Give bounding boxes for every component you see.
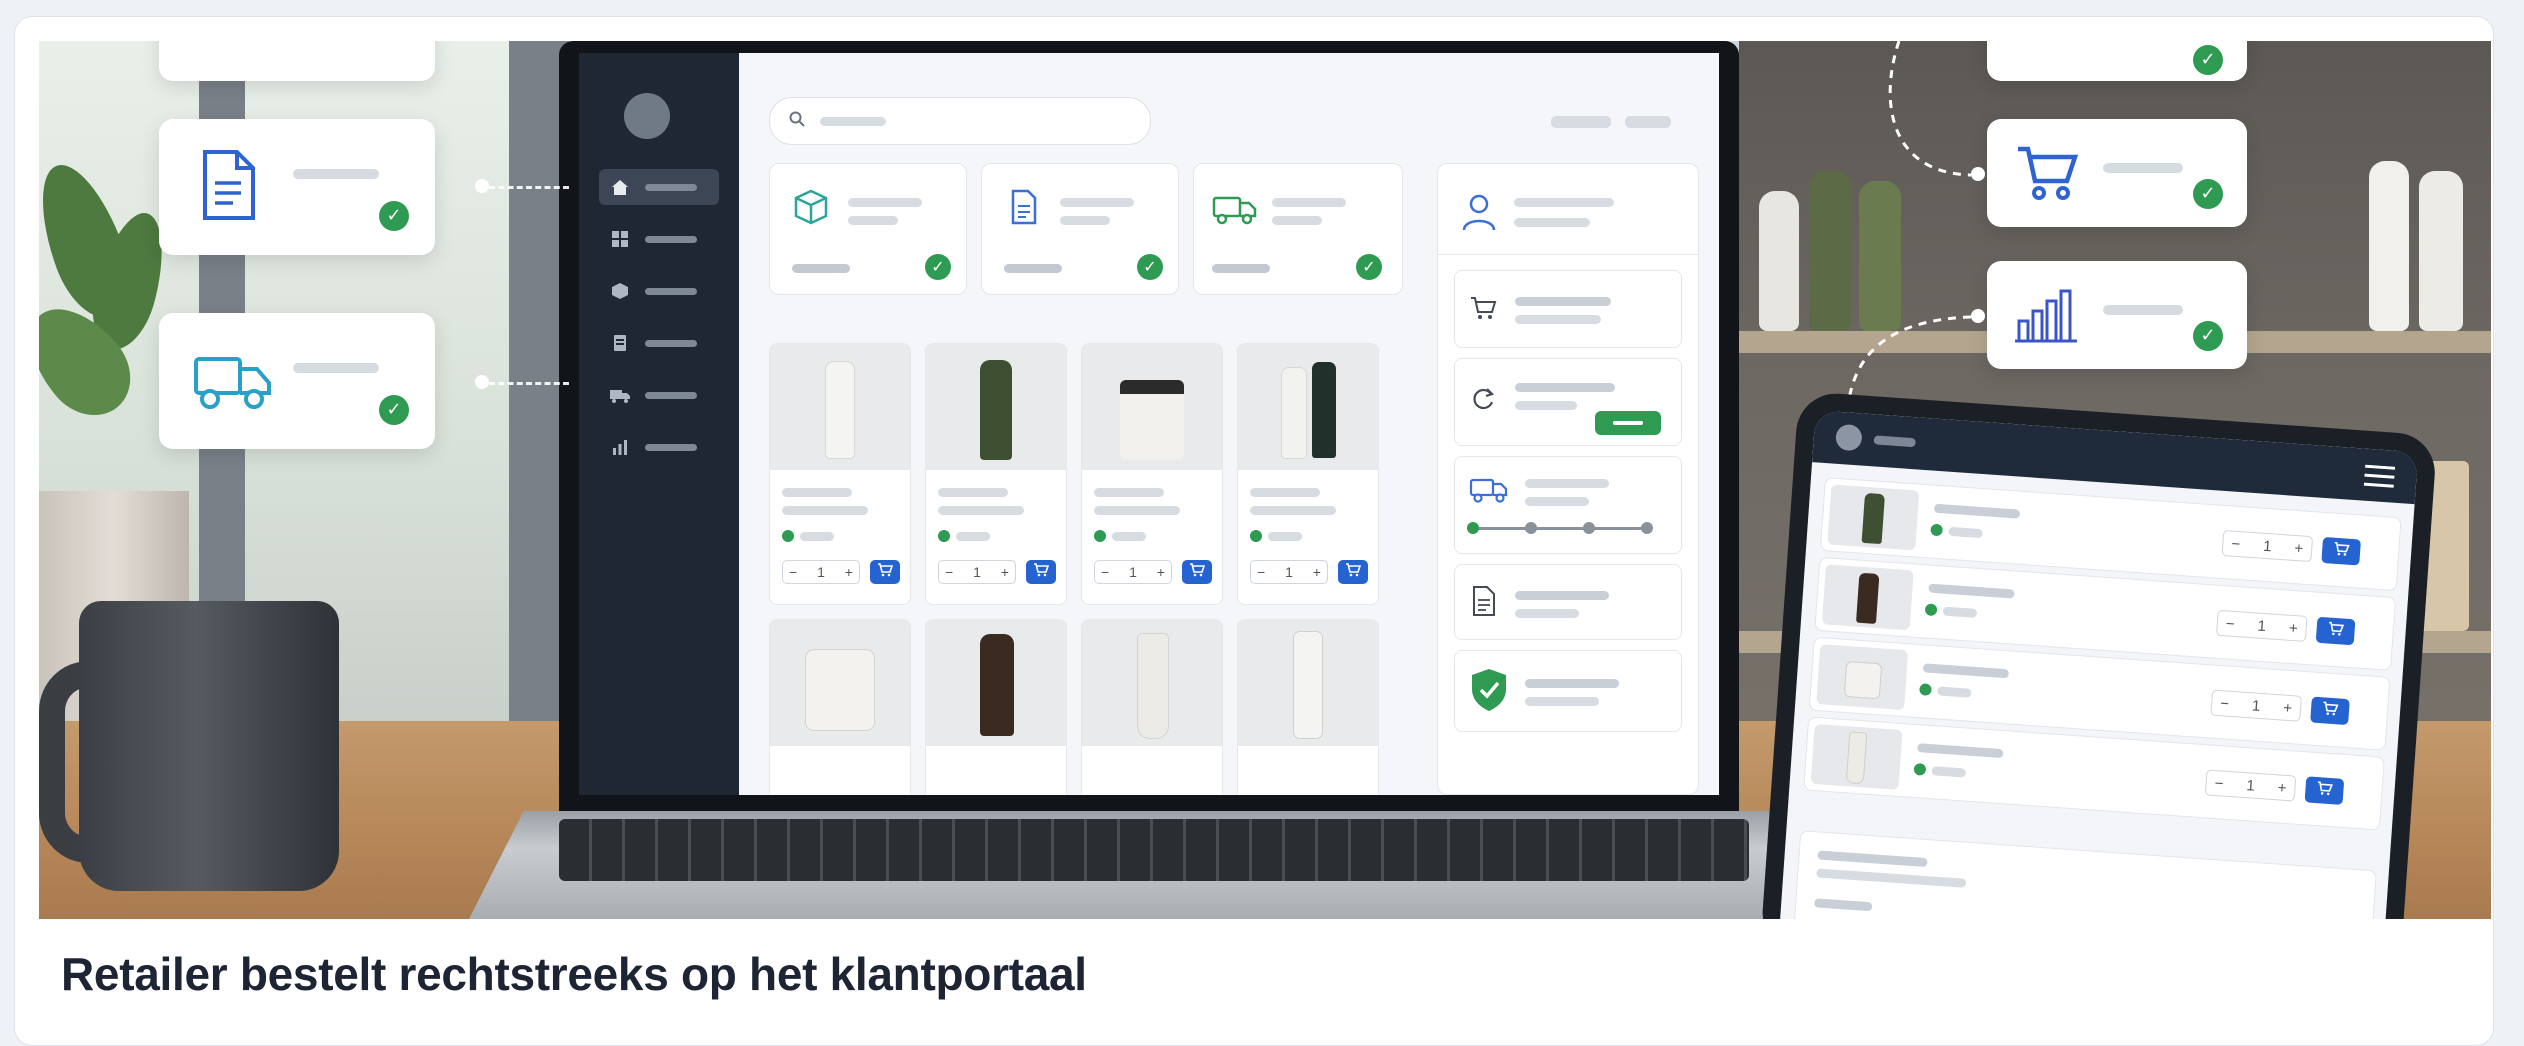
product-card[interactable]: −1 + bbox=[1081, 343, 1223, 605]
tablet-screen: −1 + −1 + −1 + − 1 + bbox=[1778, 410, 2419, 919]
cart-icon bbox=[1469, 295, 1497, 326]
coffee-mug bbox=[79, 601, 339, 891]
panel-row-cart[interactable] bbox=[1454, 270, 1682, 348]
bottle bbox=[2369, 161, 2409, 331]
cart-icon bbox=[2327, 621, 2345, 641]
truck-icon bbox=[193, 351, 273, 418]
floating-card-cart: ✓ bbox=[1987, 119, 2247, 227]
box-icon bbox=[609, 280, 631, 302]
panel-row-reorder[interactable] bbox=[1454, 358, 1682, 446]
hero-image: ✓ ✓ ✓ − 1 + − 1 + − 1 + − 1 + ✓ ✓ ✓ ✓ ✓ … bbox=[39, 41, 2491, 919]
panel-row-tracking[interactable] bbox=[1454, 456, 1682, 554]
cart-icon bbox=[1189, 562, 1206, 582]
panel-row-security[interactable] bbox=[1454, 650, 1682, 732]
bottle bbox=[2419, 171, 2463, 331]
add-to-cart-button[interactable] bbox=[870, 560, 900, 584]
product-card[interactable] bbox=[769, 619, 911, 795]
refresh-icon bbox=[1469, 385, 1497, 418]
floating-card-partial: ✓ bbox=[1987, 41, 2247, 81]
bar-chart-icon bbox=[609, 436, 631, 458]
sidebar-item-reports[interactable] bbox=[599, 429, 719, 465]
quantity-stepper[interactable]: −1 + bbox=[2210, 689, 2302, 722]
product-card[interactable] bbox=[1237, 619, 1379, 795]
status-tile-documents[interactable]: ✓ bbox=[981, 163, 1179, 295]
sidebar-item-dashboard[interactable] bbox=[599, 221, 719, 257]
status-tile-orders[interactable]: ✓ bbox=[769, 163, 967, 295]
box-icon bbox=[792, 188, 830, 231]
add-to-cart-button[interactable] bbox=[2310, 696, 2350, 726]
cart-icon bbox=[1033, 562, 1050, 582]
cart-icon bbox=[2321, 701, 2339, 721]
add-to-cart-button[interactable] bbox=[1338, 560, 1368, 584]
product-card[interactable]: −1 + bbox=[925, 343, 1067, 605]
grid-icon bbox=[609, 228, 631, 250]
quantity-stepper[interactable]: −1 + bbox=[938, 560, 1016, 584]
cart-icon bbox=[2015, 143, 2079, 208]
connector-line bbox=[489, 382, 569, 385]
bar-chart-icon bbox=[2015, 289, 2079, 348]
document-icon bbox=[609, 332, 631, 354]
laptop-screen: ✓ ✓ ✓ − 1 + − 1 + − 1 + − 1 + bbox=[579, 53, 1719, 795]
panel-row-invoices[interactable] bbox=[1454, 564, 1682, 640]
reorder-button[interactable] bbox=[1595, 411, 1661, 435]
product-card[interactable] bbox=[925, 619, 1067, 795]
tracking-progress bbox=[1471, 527, 1647, 530]
sidebar-item-documents[interactable] bbox=[599, 325, 719, 361]
search-icon bbox=[788, 110, 806, 133]
tablet-device: −1 + −1 + −1 + − 1 + bbox=[1759, 391, 2438, 919]
add-to-cart-button[interactable] bbox=[1026, 560, 1056, 584]
quantity-stepper[interactable]: −1 + bbox=[2204, 769, 2297, 802]
add-to-cart-button[interactable] bbox=[2315, 616, 2356, 646]
product-card[interactable] bbox=[1081, 619, 1223, 795]
avatar[interactable] bbox=[624, 93, 670, 139]
quantity-stepper[interactable]: −1 + bbox=[782, 560, 860, 584]
portal-sidebar bbox=[579, 53, 739, 795]
status-tile-shipping[interactable]: ✓ bbox=[1193, 163, 1403, 295]
floating-card-reports: ✓ bbox=[1987, 261, 2247, 369]
add-to-cart-button[interactable] bbox=[2321, 536, 2362, 566]
header-link[interactable] bbox=[1551, 116, 1611, 128]
truck-icon bbox=[1469, 475, 1509, 510]
product-card[interactable]: −1 + bbox=[769, 343, 911, 605]
cart-icon bbox=[2316, 780, 2334, 801]
quantity-stepper[interactable]: −1 + bbox=[2221, 529, 2314, 563]
floating-card-shipping: ✓ bbox=[159, 313, 435, 449]
cart-icon bbox=[2333, 541, 2350, 561]
cart-icon bbox=[1345, 562, 1362, 582]
laptop-keyboard bbox=[559, 819, 1749, 881]
sidebar-item-products[interactable] bbox=[599, 273, 719, 309]
shield-check-icon bbox=[1469, 667, 1509, 718]
caption-title: Retailer bestelt rechtstreeks op het kla… bbox=[61, 948, 1087, 1000]
connector-dot bbox=[475, 179, 489, 193]
floating-card-partial bbox=[159, 41, 435, 81]
feature-card: ✓ ✓ ✓ − 1 + − 1 + − 1 + − 1 + ✓ ✓ ✓ ✓ ✓ … bbox=[14, 16, 2494, 1046]
product-card[interactable]: −1 + bbox=[1237, 343, 1379, 605]
add-to-cart-button[interactable] bbox=[1182, 560, 1212, 584]
quantity-stepper[interactable]: −1 + bbox=[2215, 609, 2308, 642]
avatar[interactable] bbox=[1834, 423, 1863, 452]
truck-icon bbox=[1212, 192, 1258, 231]
connector-line bbox=[489, 186, 569, 189]
truck-icon bbox=[609, 384, 631, 406]
sidebar-item-home[interactable] bbox=[599, 169, 719, 205]
home-icon bbox=[609, 176, 631, 198]
search-input[interactable] bbox=[769, 97, 1151, 145]
menu-icon[interactable] bbox=[2363, 464, 2396, 494]
floating-card-documents: ✓ bbox=[159, 119, 435, 255]
user-icon bbox=[1460, 192, 1498, 237]
sidebar-item-shipping[interactable] bbox=[599, 377, 719, 413]
account-panel bbox=[1437, 163, 1699, 795]
add-to-cart-button[interactable] bbox=[2304, 776, 2345, 805]
quantity-stepper[interactable]: −1 + bbox=[1094, 560, 1172, 584]
document-icon bbox=[199, 149, 259, 226]
connector-dot bbox=[475, 375, 489, 389]
document-icon bbox=[1471, 585, 1497, 622]
header-link[interactable] bbox=[1625, 116, 1671, 128]
document-icon bbox=[1004, 188, 1042, 231]
quantity-stepper[interactable]: −1 + bbox=[1250, 560, 1328, 584]
bottle bbox=[1759, 191, 1799, 331]
order-summary bbox=[1791, 830, 2377, 919]
cart-icon bbox=[877, 562, 894, 582]
